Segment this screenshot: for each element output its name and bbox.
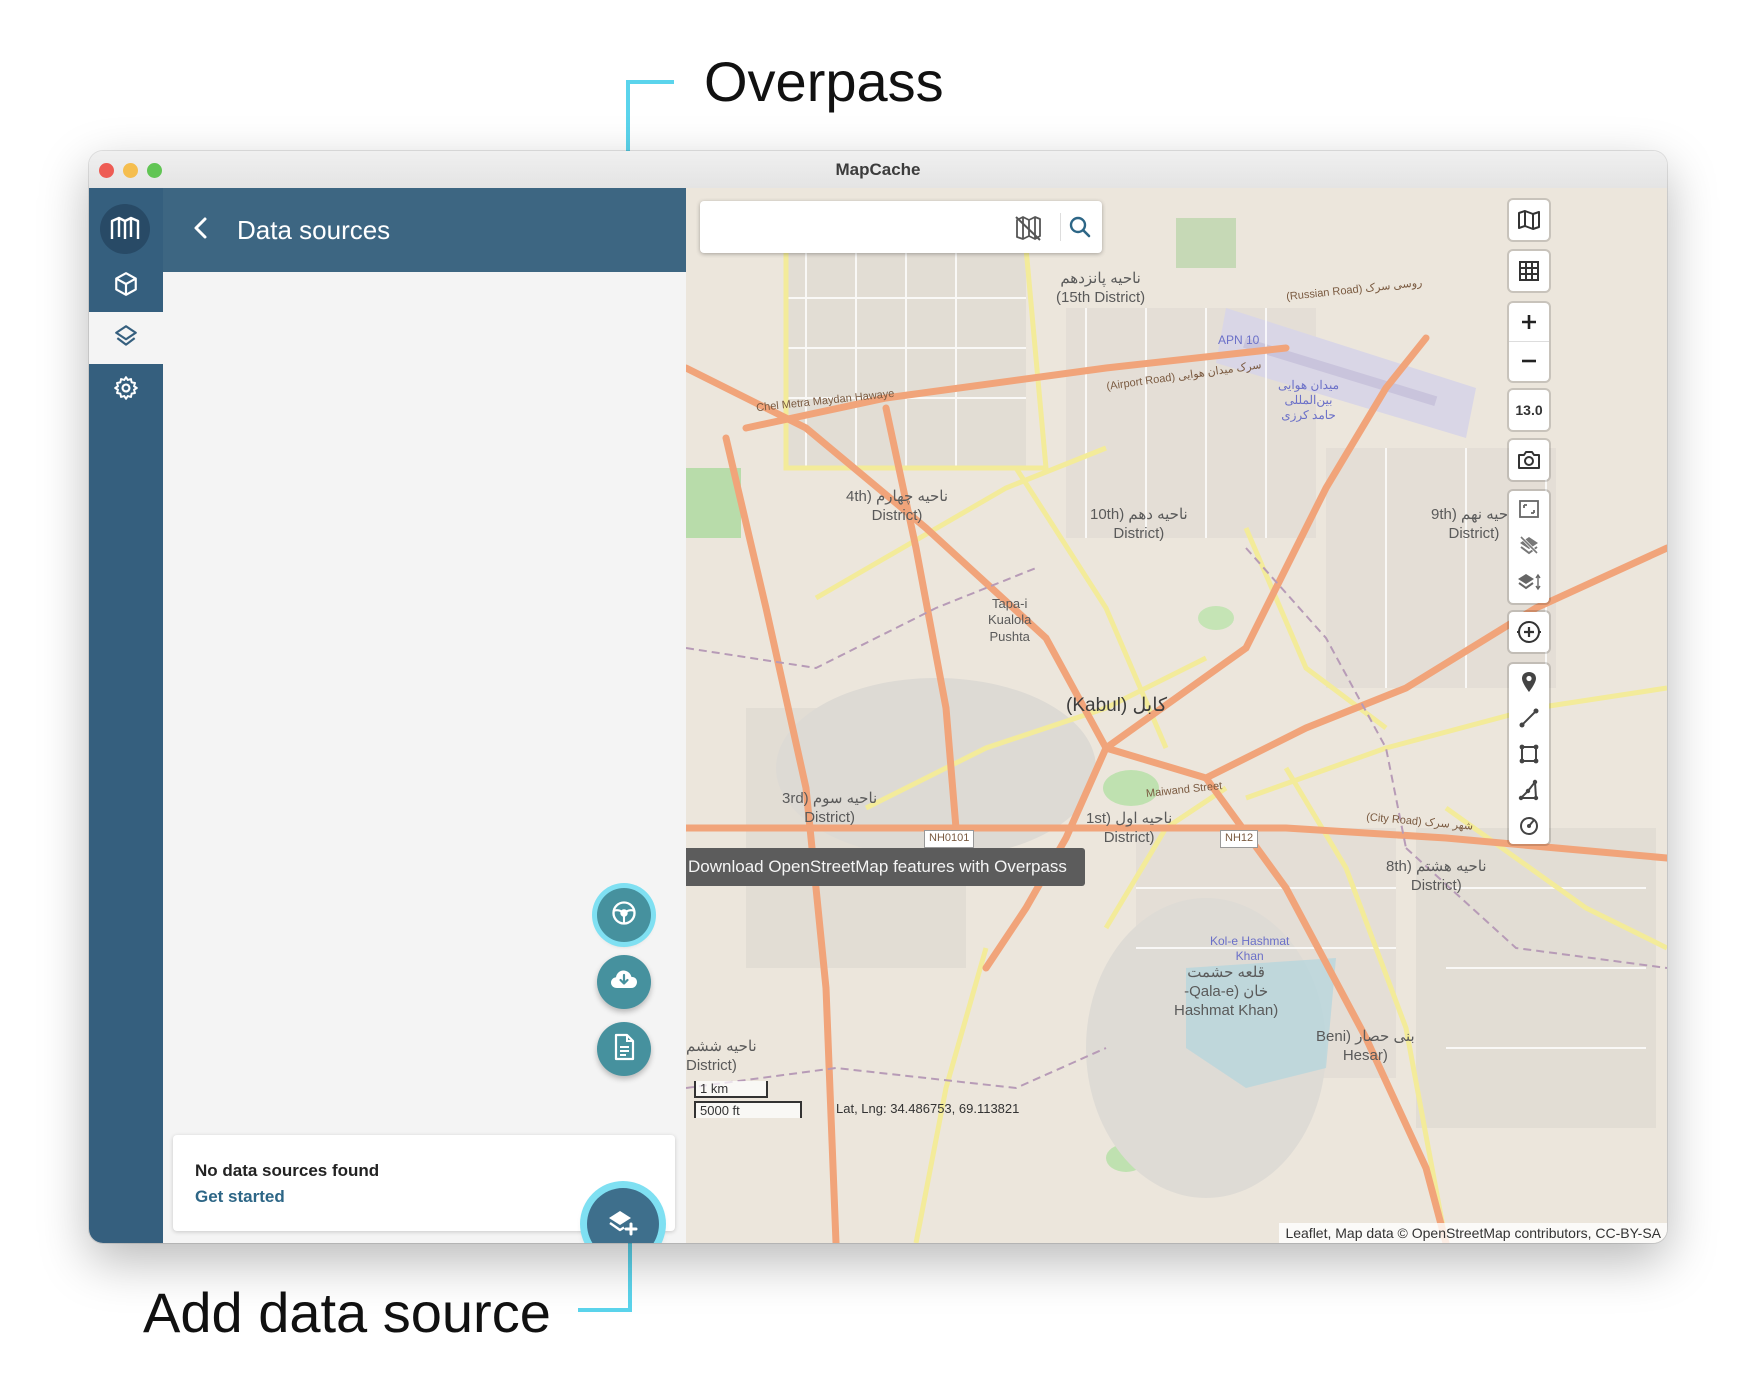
add-source-callout-line-horizontal <box>578 1308 632 1312</box>
get-started-link[interactable]: Get started <box>195 1187 285 1207</box>
map-label-kabul: (Kabul) کابل <box>1066 695 1168 716</box>
polygon-icon[interactable] <box>1509 772 1549 808</box>
map-icon <box>1509 200 1549 240</box>
overpass-callout-label: Overpass <box>704 50 944 113</box>
grid-control[interactable] <box>1509 251 1549 291</box>
overpass-button[interactable] <box>597 888 651 942</box>
add-circle-icon <box>1509 612 1549 652</box>
zoom-level-display: 13.0 <box>1509 390 1549 430</box>
import-file-button[interactable] <box>597 1022 651 1076</box>
overpass-callout-line-top <box>626 80 674 84</box>
fit-bounds-icon[interactable] <box>1509 491 1549 527</box>
layer-order-icon[interactable] <box>1509 563 1549 601</box>
map-label-district-1: 1st) ناحیه اول District) <box>1086 810 1173 846</box>
zoom-in-button[interactable] <box>1509 303 1549 341</box>
nav-geopackages[interactable] <box>89 260 163 312</box>
layer-tools-control <box>1509 491 1549 603</box>
scale-km: 1 km <box>694 1081 768 1098</box>
add-layer-control[interactable] <box>1509 612 1549 652</box>
map-label-qala: قلعه حشمت -Qala-e) خان Hashmat Khan) <box>1174 964 1279 1019</box>
data-sources-panel: Data sources No data sources found Get s… <box>163 188 686 1243</box>
cloud-download-icon <box>609 967 639 998</box>
gear-icon <box>113 375 139 406</box>
panel-header: Data sources <box>163 188 686 272</box>
layers-off-icon[interactable] <box>1509 527 1549 563</box>
scale-ft: 5000 ft <box>694 1101 802 1118</box>
circle-draw-icon[interactable] <box>1509 808 1549 844</box>
add-source-callout-line-vertical <box>628 1232 632 1312</box>
layers-icon <box>113 323 139 354</box>
map-label-district-3: 3rd) ناحیه سوم District) <box>782 790 878 826</box>
cube-icon <box>113 271 139 302</box>
app-window: MapCache Data sources No data sources fo… <box>89 151 1667 1243</box>
nav-settings[interactable] <box>89 364 163 416</box>
search-divider <box>1060 213 1061 241</box>
map-label-district-8: 8th) ناحیه هشتم District) <box>1386 858 1487 894</box>
camera-icon <box>1509 440 1549 480</box>
draw-tools-control <box>1509 664 1549 844</box>
map-label-nh0101: NH0101 <box>924 830 975 848</box>
title-bar: MapCache <box>89 151 1667 189</box>
nav-rail <box>89 188 163 1243</box>
cursor-coordinates: Lat, Lng: 34.486753, 69.113821 <box>836 1101 1020 1116</box>
map-label-district-9: 9th) ناحیه نهم District) <box>1431 506 1517 542</box>
scale-km-label: 1 km <box>700 1081 729 1096</box>
map-view[interactable]: ناحیه پانزدهم (15th District) 4th) ناحیه… <box>686 188 1667 1243</box>
map-label-district-partial: ناحیه ششم District) <box>686 1038 757 1074</box>
panel-title: Data sources <box>237 215 391 245</box>
polyline-icon[interactable] <box>1509 700 1549 736</box>
window-title: MapCache <box>835 160 921 179</box>
grid-icon <box>1509 251 1549 291</box>
map-search-box[interactable] <box>700 201 1102 253</box>
basemap-control[interactable] <box>1509 200 1549 240</box>
chevron-left-icon <box>191 216 211 245</box>
file-icon <box>612 1033 636 1066</box>
add-layer-icon <box>607 1207 639 1242</box>
download-url-button[interactable] <box>597 955 651 1009</box>
screenshot-control[interactable] <box>1509 440 1549 480</box>
rectangle-icon[interactable] <box>1509 736 1549 772</box>
map-label-tapa: Tapa-i Kualola Pushta <box>988 596 1032 644</box>
no-map-icon[interactable] <box>1014 215 1042 246</box>
map-label-apn: APN 10 <box>1218 333 1260 347</box>
back-button[interactable] <box>181 210 221 250</box>
overpass-icon <box>610 899 638 932</box>
map-label-district-4: 4th) ناحیه چهارم District) <box>846 488 949 524</box>
map-attribution: Leaflet, Map data © OpenStreetMap contri… <box>1279 1223 1667 1243</box>
map-label-nh12: NH12 <box>1220 830 1259 848</box>
search-icon[interactable] <box>1068 215 1092 244</box>
zoom-out-button[interactable] <box>1509 342 1549 380</box>
empty-state-title: No data sources found <box>195 1161 380 1180</box>
map-label-beni: Beni) بنی حصار Hesar) <box>1316 1028 1415 1064</box>
map-label-kol: Kol-e Hashmat Khan <box>1210 934 1290 963</box>
map-label-airport: میدان هوایی بین‌المللی حامد کرزی <box>1278 378 1340 422</box>
add-source-callout-label: Add data source <box>143 1281 551 1344</box>
nav-data-sources[interactable] <box>89 312 163 364</box>
zoom-control <box>1509 303 1549 381</box>
map-label-district-10: 10th) ناحیه دهم District) <box>1090 506 1188 542</box>
map-label-district-15: ناحیه پانزدهم (15th District) <box>1056 270 1146 306</box>
mapcache-logo-icon[interactable] <box>100 204 150 254</box>
marker-icon[interactable] <box>1509 664 1549 700</box>
overpass-tooltip: Download OpenStreetMap features with Ove… <box>686 848 1085 886</box>
scale-ft-label: 5000 ft <box>700 1103 740 1118</box>
zoom-level-value: 13.0 <box>1515 402 1543 418</box>
